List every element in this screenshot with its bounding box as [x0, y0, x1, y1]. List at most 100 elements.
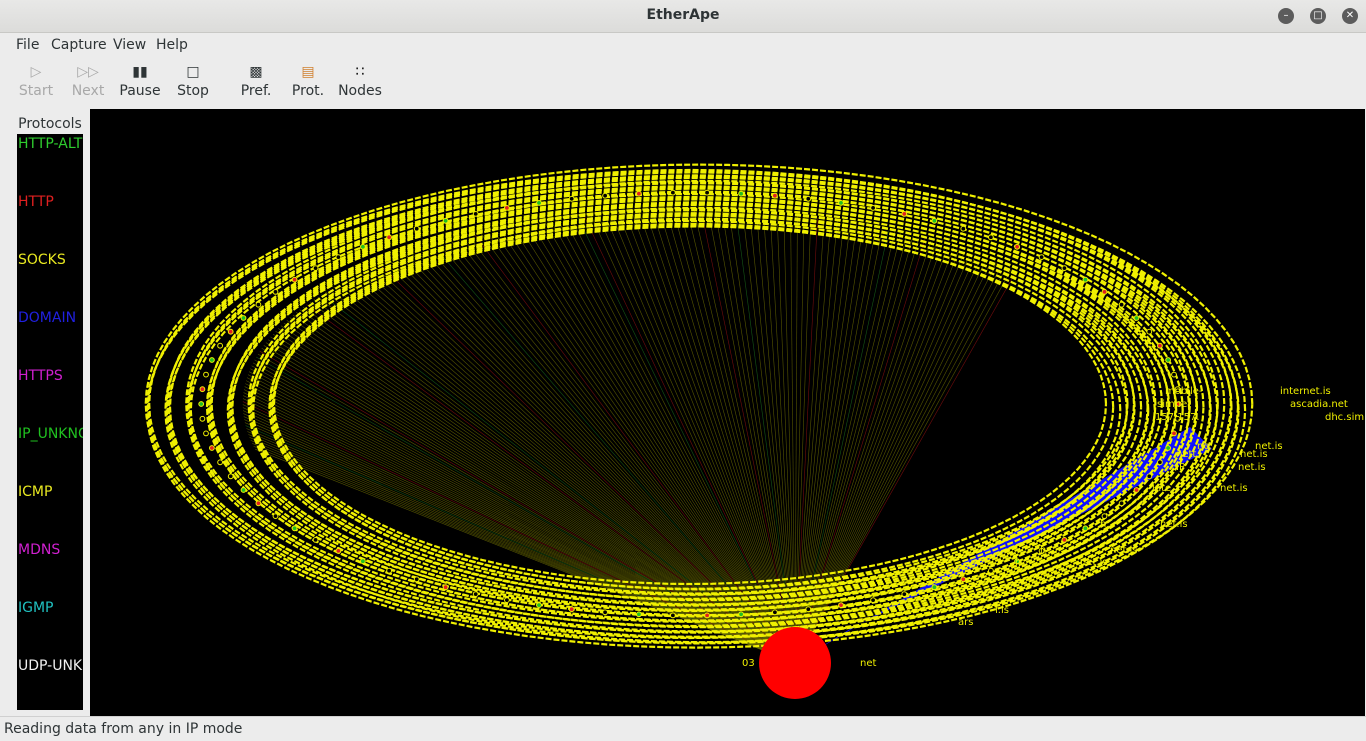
host-node[interactable]	[1171, 371, 1177, 378]
host-node[interactable]	[227, 328, 234, 335]
host-node[interactable]	[209, 445, 215, 451]
host-node[interactable]	[504, 597, 510, 604]
host-node[interactable]	[255, 500, 262, 507]
host-node[interactable]	[670, 189, 676, 196]
graph-svg[interactable]: mobile-internet.is simnet ascadia.net 157.1…	[90, 109, 1365, 716]
host-node[interactable]	[291, 525, 298, 532]
maximize-button[interactable]: □	[1310, 8, 1326, 24]
host-node[interactable]	[198, 401, 205, 407]
host-node[interactable]	[901, 211, 908, 217]
host-node[interactable]	[442, 217, 449, 224]
host-node[interactable]	[670, 612, 676, 619]
pause-button[interactable]: ▮▮ Pause	[114, 61, 166, 105]
host-node[interactable]	[199, 386, 206, 393]
host-node[interactable]	[1101, 289, 1108, 295]
protocols-button[interactable]: ▤ Prot.	[282, 61, 334, 105]
host-node[interactable]	[335, 254, 342, 261]
host-node[interactable]	[536, 602, 542, 609]
host-node[interactable]	[312, 265, 319, 272]
host-node[interactable]	[1146, 328, 1153, 335]
preferences-button[interactable]: ▩ Pref.	[230, 61, 282, 105]
close-button[interactable]: ✕	[1342, 8, 1358, 24]
host-node[interactable]	[360, 243, 366, 250]
nodes-button[interactable]: ∷ Nodes	[334, 61, 386, 105]
host-node[interactable]	[1165, 445, 1171, 451]
host-node[interactable]	[1038, 254, 1045, 261]
host-node[interactable]	[291, 276, 298, 283]
host-node[interactable]	[1133, 487, 1140, 493]
host-node[interactable]	[1118, 301, 1125, 308]
host-node[interactable]	[386, 234, 393, 241]
host-node[interactable]	[805, 195, 812, 202]
host-node[interactable]	[1061, 537, 1068, 543]
protocols-list[interactable]: HTTP-ALT HTTP SOCKS DOMAIN HTTPS IP_UNKNOWN IC…	[17, 134, 83, 710]
host-node[interactable]	[1118, 500, 1125, 507]
center-node[interactable]	[759, 627, 831, 699]
menu-file[interactable]: File	[16, 37, 39, 53]
host-node[interactable]	[312, 537, 319, 543]
host-node[interactable]	[988, 567, 994, 574]
host-node[interactable]	[1061, 265, 1068, 272]
host-node[interactable]	[738, 190, 744, 197]
host-node[interactable]	[272, 513, 279, 520]
host-node[interactable]	[1133, 315, 1140, 321]
host-node[interactable]	[568, 606, 575, 613]
host-node[interactable]	[1101, 513, 1108, 520]
host-node[interactable]	[413, 225, 420, 232]
host-node[interactable]	[805, 606, 812, 613]
host-node[interactable]	[1014, 243, 1020, 250]
menu-capture[interactable]: Capture	[51, 37, 107, 53]
host-node[interactable]	[1157, 342, 1163, 349]
host-node[interactable]	[738, 611, 744, 618]
host-node[interactable]	[1082, 276, 1089, 283]
host-node[interactable]	[704, 612, 710, 619]
host-node[interactable]	[772, 192, 778, 199]
host-node[interactable]	[1146, 473, 1153, 480]
host-node[interactable]	[335, 548, 342, 554]
host-node[interactable]	[602, 609, 608, 616]
host-node[interactable]	[272, 289, 279, 295]
host-node[interactable]	[870, 205, 876, 211]
stop-button[interactable]: □ Stop	[167, 61, 219, 105]
host-node[interactable]	[636, 611, 642, 618]
host-node[interactable]	[988, 234, 994, 241]
host-node[interactable]	[1157, 459, 1163, 466]
host-node[interactable]	[413, 576, 420, 583]
host-node[interactable]	[838, 200, 844, 206]
host-node[interactable]	[255, 301, 262, 308]
host-node[interactable]	[209, 357, 215, 363]
host-node[interactable]	[838, 602, 844, 609]
host-node[interactable]	[931, 217, 938, 224]
next-button[interactable]: ▷▷ Next	[62, 61, 114, 105]
host-node[interactable]	[901, 591, 908, 598]
minimize-button[interactable]: –	[1278, 8, 1294, 24]
menu-help[interactable]: Help	[156, 37, 188, 53]
host-node[interactable]	[960, 225, 967, 232]
host-node[interactable]	[217, 342, 224, 349]
host-node[interactable]	[240, 315, 247, 321]
host-node[interactable]	[772, 609, 778, 616]
start-button[interactable]: ▷ Start	[10, 61, 62, 105]
host-node[interactable]	[536, 200, 542, 206]
network-diagram[interactable]: mobile-internet.is simnet ascadia.net 157.1…	[90, 109, 1365, 716]
host-node[interactable]	[870, 597, 876, 604]
host-node[interactable]	[636, 190, 642, 197]
host-node[interactable]	[960, 576, 967, 583]
host-node[interactable]	[602, 192, 608, 199]
host-node[interactable]	[472, 211, 479, 217]
host-node[interactable]	[217, 459, 224, 466]
host-node[interactable]	[1082, 525, 1089, 532]
host-node[interactable]	[931, 584, 938, 591]
host-node[interactable]	[203, 371, 209, 378]
host-node[interactable]	[1171, 430, 1177, 437]
host-node[interactable]	[199, 415, 206, 422]
host-node[interactable]	[568, 195, 575, 202]
host-node[interactable]	[704, 189, 710, 196]
host-node[interactable]	[240, 487, 247, 493]
host-node[interactable]	[472, 591, 479, 598]
host-node[interactable]	[1165, 357, 1171, 363]
menu-view[interactable]: View	[113, 37, 146, 53]
host-node[interactable]	[360, 558, 366, 565]
host-node[interactable]	[386, 567, 393, 574]
host-node[interactable]	[442, 584, 449, 591]
